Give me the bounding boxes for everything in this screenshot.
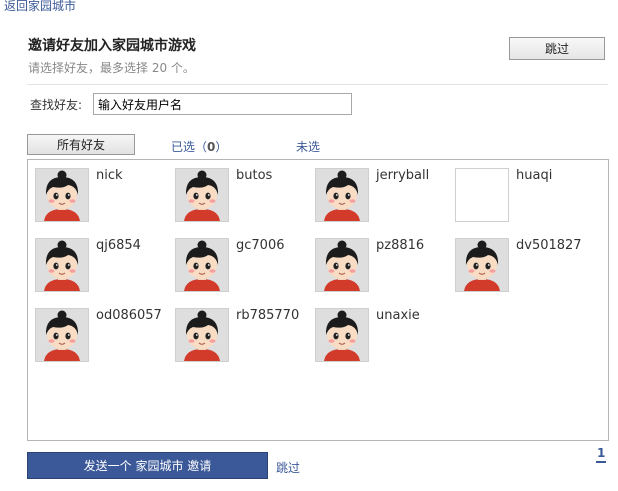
default-avatar-image [36,309,88,361]
page-number-link[interactable]: 1 [596,446,607,463]
friend-name: nick [96,168,123,183]
avatar [35,238,89,292]
friend-search-input[interactable] [93,93,352,115]
friend-name: dv501827 [516,238,582,253]
avatar [455,238,509,292]
avatar [315,238,369,292]
default-avatar-image [176,169,228,221]
header-divider [27,84,608,85]
default-avatar-image [316,309,368,361]
tab-selected-suffix: ） [215,140,228,154]
avatar [315,308,369,362]
friend-item[interactable]: qj6854 [35,238,173,298]
back-to-home-city-link[interactable]: 返回家园城市 [4,0,76,14]
avatar [175,168,229,222]
page-title: 邀请好友加入家园城市游戏 [28,38,196,54]
friend-item[interactable]: huaqi [455,168,593,228]
friend-item[interactable]: unaxie [315,308,453,368]
friend-item[interactable]: jerryball [315,168,453,228]
friend-list-panel: nick butos jerryball huaqi qj6854 gc7006… [27,159,609,441]
friend-item[interactable]: od086057 [35,308,173,368]
friend-name: qj6854 [96,238,141,253]
friend-item[interactable]: dv501827 [455,238,593,298]
skip-link[interactable]: 跳过 [276,459,300,476]
friend-item[interactable]: pz8816 [315,238,453,298]
friend-item[interactable]: nick [35,168,173,228]
default-avatar-image [176,239,228,291]
default-avatar-image [36,169,88,221]
friend-name: huaqi [516,168,553,183]
send-invite-button[interactable]: 发送一个 家园城市 邀请 [27,452,268,479]
default-avatar-image [176,309,228,361]
tab-selected-friends[interactable]: 已选（0） [171,138,227,155]
search-label: 查找好友: [30,98,83,112]
friend-name: rb785770 [236,308,300,323]
friend-item[interactable]: butos [175,168,313,228]
avatar [175,308,229,362]
friend-name: pz8816 [376,238,425,253]
avatar [315,168,369,222]
friend-name: od086057 [96,308,162,323]
friend-item[interactable]: rb785770 [175,308,313,368]
avatar [175,238,229,292]
tab-all-friends[interactable]: 所有好友 [27,134,135,155]
skip-button[interactable]: 跳过 [509,37,605,60]
default-avatar-image [36,239,88,291]
page-subtitle: 请选择好友，最多选择 20 个。 [28,61,195,75]
friend-name: unaxie [376,308,420,323]
default-avatar-image [316,169,368,221]
default-avatar-image [456,239,508,291]
friend-item[interactable]: gc7006 [175,238,313,298]
avatar [35,168,89,222]
tab-selected-label: 已选（ [171,140,208,154]
avatar [35,308,89,362]
avatar-empty [455,168,509,222]
friend-name: gc7006 [236,238,285,253]
tab-unselected-friends[interactable]: 未选 [296,138,320,155]
friend-name: jerryball [376,168,430,183]
default-avatar-image [316,239,368,291]
friend-name: butos [236,168,273,183]
